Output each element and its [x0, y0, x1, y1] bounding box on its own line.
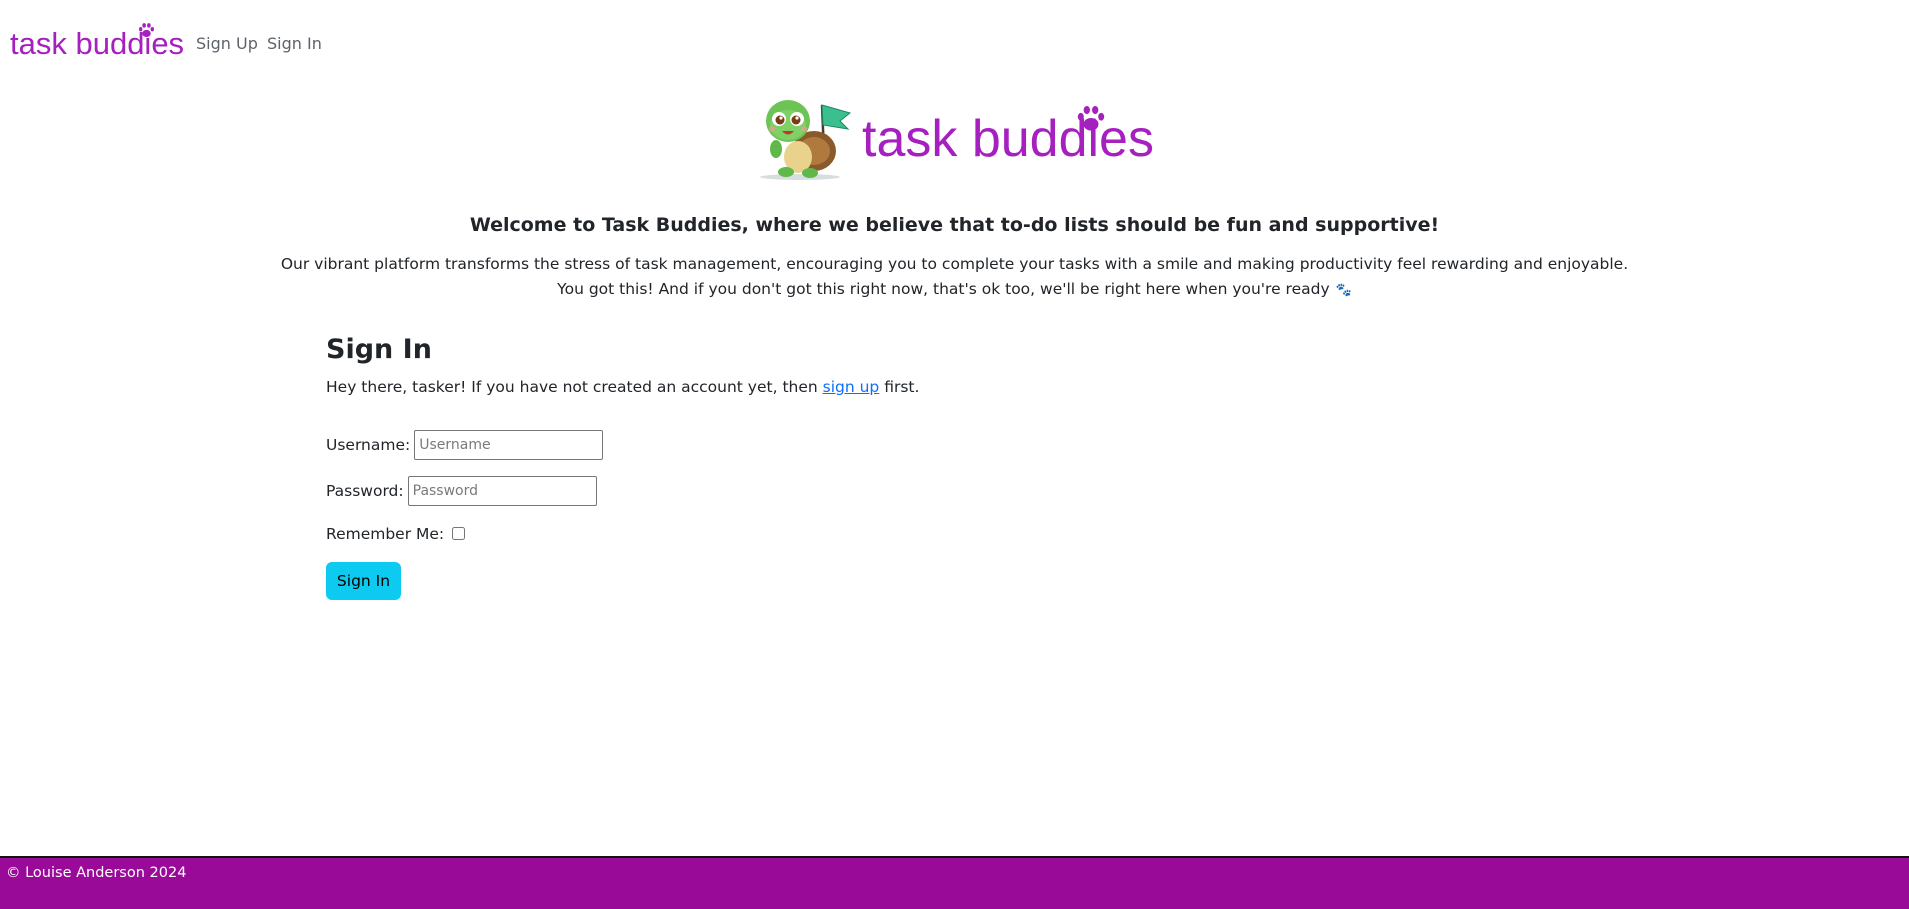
sign-in-heading: Sign In	[326, 334, 432, 365]
username-input[interactable]	[414, 430, 604, 460]
intro-line-2: You got this! And if you don't got this …	[0, 277, 1909, 303]
remember-me-checkbox[interactable]	[452, 526, 466, 540]
turtle-with-flag-icon	[760, 100, 852, 180]
brand-logo-link[interactable]: task buddies	[10, 23, 185, 62]
remember-me-row: Remember Me:	[326, 523, 466, 545]
brand-wrap: task buddies	[10, 23, 185, 62]
sign-in-subtext: Hey there, tasker! If you have not creat…	[326, 375, 919, 399]
paw-icon	[1077, 105, 1105, 131]
intro-line-1: Our vibrant platform transforms the stre…	[280, 255, 1629, 273]
paw-prints-icon: 🐾	[1335, 283, 1352, 298]
top-navbar: task buddies Sign Up Sign In	[0, 0, 1909, 88]
sign-in-subtext-after: first.	[879, 378, 920, 396]
password-input[interactable]	[407, 476, 597, 506]
sign-up-link[interactable]: sign up	[823, 378, 880, 396]
hero-title: task buddies	[862, 110, 1154, 168]
nav-sign-up-link[interactable]: Sign Up	[196, 34, 258, 54]
intro-text: Our vibrant platform transforms the stre…	[0, 252, 1909, 303]
intro-line-2-text: You got this! And if you don't got this …	[557, 280, 1330, 298]
footer-copyright: © Louise Anderson 2024	[6, 865, 187, 881]
password-row: Password:	[326, 476, 597, 506]
welcome-heading: Welcome to Task Buddies, where we believ…	[469, 214, 1440, 236]
remember-me-label: Remember Me:	[326, 525, 445, 543]
paw-icon	[139, 23, 154, 38]
username-row: Username:	[326, 430, 604, 460]
sign-in-button[interactable]: Sign In	[326, 562, 401, 600]
footer: © Louise Anderson 2024	[0, 856, 1909, 909]
sign-in-subtext-before: Hey there, tasker! If you have not creat…	[326, 378, 823, 396]
nav-sign-in-link[interactable]: Sign In	[267, 34, 322, 54]
password-label: Password:	[326, 482, 404, 500]
brand-text: task buddies	[10, 26, 185, 61]
username-label: Username:	[326, 436, 411, 454]
